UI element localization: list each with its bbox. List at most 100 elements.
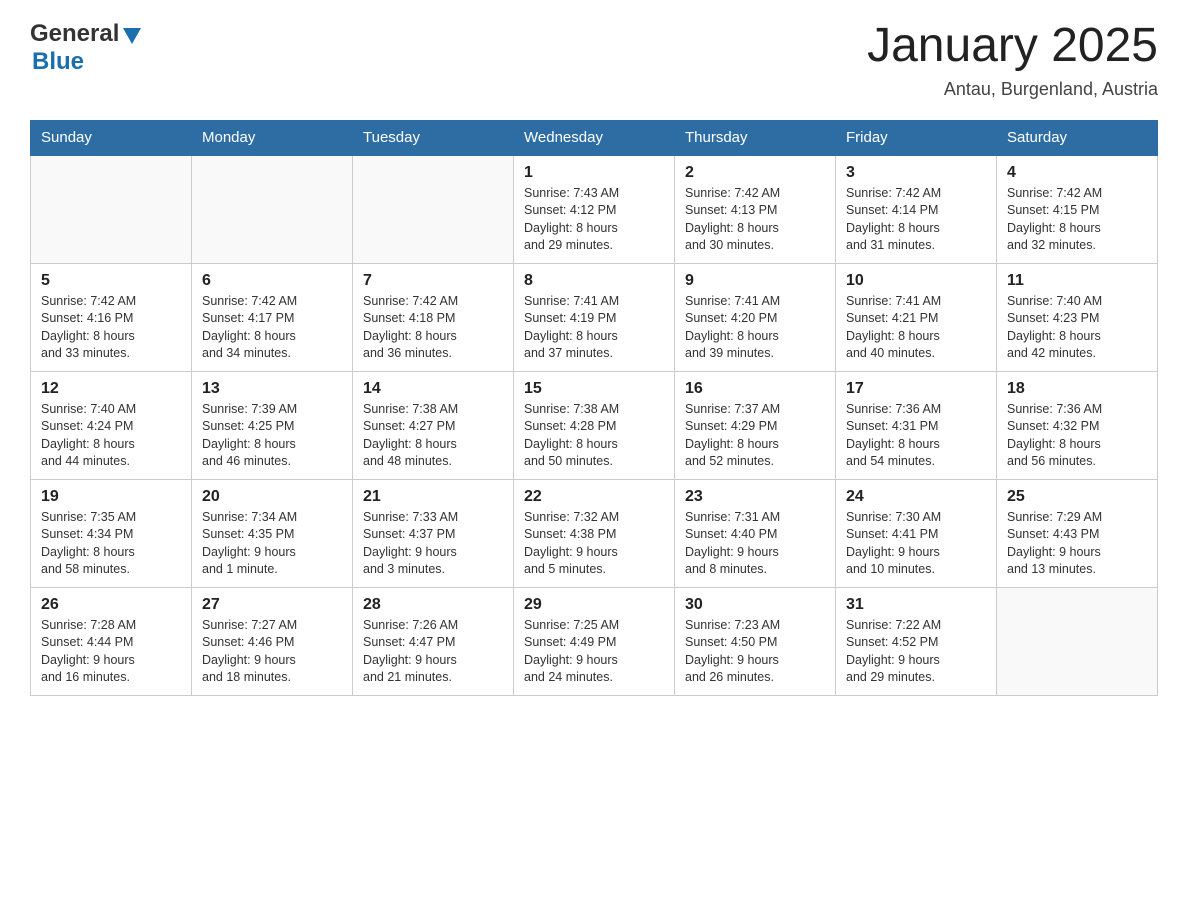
calendar-cell <box>31 155 192 264</box>
day-info: Sunrise: 7:34 AM Sunset: 4:35 PM Dayligh… <box>202 509 342 579</box>
calendar-cell <box>192 155 353 264</box>
day-info: Sunrise: 7:42 AM Sunset: 4:17 PM Dayligh… <box>202 293 342 363</box>
day-info: Sunrise: 7:25 AM Sunset: 4:49 PM Dayligh… <box>524 617 664 687</box>
day-number: 1 <box>524 164 664 182</box>
calendar-cell: 27 Sunrise: 7:27 AM Sunset: 4:46 PM Dayli… <box>192 587 353 695</box>
day-number: 25 <box>1007 488 1147 506</box>
day-info: Sunrise: 7:42 AM Sunset: 4:15 PM Dayligh… <box>1007 185 1147 255</box>
logo-blue-text: Blue <box>32 48 84 75</box>
day-info: Sunrise: 7:35 AM Sunset: 4:34 PM Dayligh… <box>41 509 181 579</box>
calendar-cell <box>353 155 514 264</box>
calendar-week-row: 5 Sunrise: 7:42 AM Sunset: 4:16 PM Daylig… <box>31 263 1158 371</box>
day-info: Sunrise: 7:31 AM Sunset: 4:40 PM Dayligh… <box>685 509 825 579</box>
calendar-cell: 25 Sunrise: 7:29 AM Sunset: 4:43 PM Dayli… <box>997 479 1158 587</box>
calendar-cell: 24 Sunrise: 7:30 AM Sunset: 4:41 PM Dayli… <box>836 479 997 587</box>
calendar-cell: 13Sunrise: 7:39 AM Sunset: 4:25 PM Dayli… <box>192 371 353 479</box>
calendar-cell: 23 Sunrise: 7:31 AM Sunset: 4:40 PM Dayli… <box>675 479 836 587</box>
calendar-week-row: 1 Sunrise: 7:43 AM Sunset: 4:12 PM Daylig… <box>31 155 1158 264</box>
day-number: 31 <box>846 596 986 614</box>
day-number: 21 <box>363 488 503 506</box>
col-header-sunday: Sunday <box>31 120 192 155</box>
day-info: Sunrise: 7:23 AM Sunset: 4:50 PM Dayligh… <box>685 617 825 687</box>
day-number: 13 <box>202 380 342 398</box>
col-header-thursday: Thursday <box>675 120 836 155</box>
calendar-cell: 21 Sunrise: 7:33 AM Sunset: 4:37 PM Dayli… <box>353 479 514 587</box>
calendar-cell: 15Sunrise: 7:38 AM Sunset: 4:28 PM Dayli… <box>514 371 675 479</box>
day-number: 12 <box>41 380 181 398</box>
day-number: 26 <box>41 596 181 614</box>
day-number: 17 <box>846 380 986 398</box>
calendar-cell: 6 Sunrise: 7:42 AM Sunset: 4:17 PM Daylig… <box>192 263 353 371</box>
day-info: Sunrise: 7:22 AM Sunset: 4:52 PM Dayligh… <box>846 617 986 687</box>
calendar-cell: 20 Sunrise: 7:34 AM Sunset: 4:35 PM Dayli… <box>192 479 353 587</box>
col-header-tuesday: Tuesday <box>353 120 514 155</box>
day-number: 11 <box>1007 272 1147 290</box>
col-header-monday: Monday <box>192 120 353 155</box>
day-info: Sunrise: 7:42 AM Sunset: 4:13 PM Dayligh… <box>685 185 825 255</box>
day-info: Sunrise: 7:36 AM Sunset: 4:31 PM Dayligh… <box>846 401 986 471</box>
day-number: 20 <box>202 488 342 506</box>
calendar-cell: 17 Sunrise: 7:36 AM Sunset: 4:31 PM Dayli… <box>836 371 997 479</box>
calendar-cell: 30 Sunrise: 7:23 AM Sunset: 4:50 PM Dayli… <box>675 587 836 695</box>
day-info: Sunrise: 7:27 AM Sunset: 4:46 PM Dayligh… <box>202 617 342 687</box>
day-info: Sunrise: 7:40 AM Sunset: 4:24 PM Dayligh… <box>41 401 181 471</box>
day-number: 8 <box>524 272 664 290</box>
calendar-cell: 19 Sunrise: 7:35 AM Sunset: 4:34 PM Dayli… <box>31 479 192 587</box>
day-info: Sunrise: 7:41 AM Sunset: 4:19 PM Dayligh… <box>524 293 664 363</box>
calendar-cell: 10Sunrise: 7:41 AM Sunset: 4:21 PM Dayli… <box>836 263 997 371</box>
day-number: 27 <box>202 596 342 614</box>
day-number: 16 <box>685 380 825 398</box>
day-number: 29 <box>524 596 664 614</box>
day-number: 24 <box>846 488 986 506</box>
calendar-cell: 7 Sunrise: 7:42 AM Sunset: 4:18 PM Daylig… <box>353 263 514 371</box>
calendar-header-row: SundayMondayTuesdayWednesdayThursdayFrid… <box>31 120 1158 155</box>
col-header-friday: Friday <box>836 120 997 155</box>
day-number: 10 <box>846 272 986 290</box>
calendar-cell: 11 Sunrise: 7:40 AM Sunset: 4:23 PM Dayli… <box>997 263 1158 371</box>
day-info: Sunrise: 7:33 AM Sunset: 4:37 PM Dayligh… <box>363 509 503 579</box>
calendar-cell: 22Sunrise: 7:32 AM Sunset: 4:38 PM Dayli… <box>514 479 675 587</box>
day-info: Sunrise: 7:28 AM Sunset: 4:44 PM Dayligh… <box>41 617 181 687</box>
day-number: 30 <box>685 596 825 614</box>
day-number: 22 <box>524 488 664 506</box>
calendar-cell: 4 Sunrise: 7:42 AM Sunset: 4:15 PM Daylig… <box>997 155 1158 264</box>
calendar-cell: 31 Sunrise: 7:22 AM Sunset: 4:52 PM Dayli… <box>836 587 997 695</box>
day-info: Sunrise: 7:26 AM Sunset: 4:47 PM Dayligh… <box>363 617 503 687</box>
day-number: 4 <box>1007 164 1147 182</box>
day-number: 15 <box>524 380 664 398</box>
calendar-cell: 1 Sunrise: 7:43 AM Sunset: 4:12 PM Daylig… <box>514 155 675 264</box>
calendar-subtitle: Antau, Burgenland, Austria <box>867 79 1158 100</box>
calendar-cell: 18 Sunrise: 7:36 AM Sunset: 4:32 PM Dayli… <box>997 371 1158 479</box>
logo: General Blue <box>30 20 143 76</box>
day-info: Sunrise: 7:36 AM Sunset: 4:32 PM Dayligh… <box>1007 401 1147 471</box>
day-number: 14 <box>363 380 503 398</box>
day-info: Sunrise: 7:42 AM Sunset: 4:18 PM Dayligh… <box>363 293 503 363</box>
day-info: Sunrise: 7:43 AM Sunset: 4:12 PM Dayligh… <box>524 185 664 255</box>
day-info: Sunrise: 7:38 AM Sunset: 4:27 PM Dayligh… <box>363 401 503 471</box>
day-info: Sunrise: 7:37 AM Sunset: 4:29 PM Dayligh… <box>685 401 825 471</box>
day-number: 5 <box>41 272 181 290</box>
calendar-cell: 26 Sunrise: 7:28 AM Sunset: 4:44 PM Dayli… <box>31 587 192 695</box>
calendar-week-row: 12 Sunrise: 7:40 AM Sunset: 4:24 PM Dayli… <box>31 371 1158 479</box>
day-number: 18 <box>1007 380 1147 398</box>
day-number: 7 <box>363 272 503 290</box>
calendar-cell: 28Sunrise: 7:26 AM Sunset: 4:47 PM Dayli… <box>353 587 514 695</box>
day-info: Sunrise: 7:42 AM Sunset: 4:16 PM Dayligh… <box>41 293 181 363</box>
day-number: 3 <box>846 164 986 182</box>
calendar-cell: 5 Sunrise: 7:42 AM Sunset: 4:16 PM Daylig… <box>31 263 192 371</box>
day-info: Sunrise: 7:30 AM Sunset: 4:41 PM Dayligh… <box>846 509 986 579</box>
calendar-title: January 2025 <box>867 20 1158 73</box>
calendar-cell: 9Sunrise: 7:41 AM Sunset: 4:20 PM Daylig… <box>675 263 836 371</box>
calendar-week-row: 19 Sunrise: 7:35 AM Sunset: 4:34 PM Dayli… <box>31 479 1158 587</box>
day-info: Sunrise: 7:29 AM Sunset: 4:43 PM Dayligh… <box>1007 509 1147 579</box>
day-info: Sunrise: 7:40 AM Sunset: 4:23 PM Dayligh… <box>1007 293 1147 363</box>
day-number: 23 <box>685 488 825 506</box>
page-header: General Blue January 2025 Antau, Burgenl… <box>30 20 1158 100</box>
col-header-wednesday: Wednesday <box>514 120 675 155</box>
calendar-cell: 29 Sunrise: 7:25 AM Sunset: 4:49 PM Dayli… <box>514 587 675 695</box>
day-number: 6 <box>202 272 342 290</box>
calendar-cell: 8 Sunrise: 7:41 AM Sunset: 4:19 PM Daylig… <box>514 263 675 371</box>
logo-triangle-icon <box>121 24 143 46</box>
day-number: 19 <box>41 488 181 506</box>
day-info: Sunrise: 7:41 AM Sunset: 4:20 PM Dayligh… <box>685 293 825 363</box>
